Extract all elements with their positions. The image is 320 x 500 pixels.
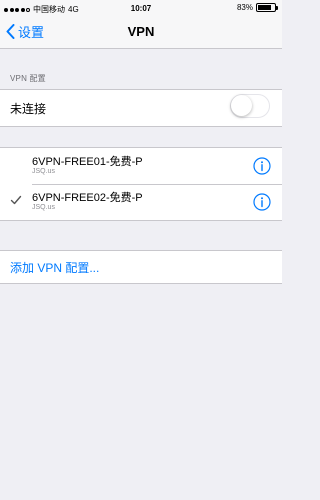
vpn-status-label: 未连接 bbox=[10, 102, 47, 116]
add-vpn-group: 添加 VPN 配置... bbox=[0, 250, 282, 284]
vpn-list-group: 6VPN-FREE01-免费-P JSQ.us 6VPN-FREE02-免费-P… bbox=[0, 147, 282, 221]
vpn-status-group: 未连接 bbox=[0, 89, 282, 127]
page-title: VPN bbox=[127, 24, 155, 39]
vpn-name: 6VPN-FREE02-免费-P bbox=[32, 192, 143, 204]
vpn-name: 6VPN-FREE01-免费-P bbox=[32, 156, 143, 168]
vpn-status-row: 未连接 bbox=[0, 90, 282, 126]
status-right: 83% bbox=[236, 3, 278, 12]
vpn-server: JSQ.us bbox=[32, 204, 55, 211]
vpn-toggle[interactable] bbox=[230, 94, 270, 118]
add-vpn-config-button[interactable]: 添加 VPN 配置... bbox=[10, 259, 99, 276]
vpn-list-item[interactable]: 6VPN-FREE01-免费-P JSQ.us bbox=[0, 148, 282, 184]
vpn-list-item[interactable]: 6VPN-FREE02-免费-P JSQ.us bbox=[0, 184, 282, 220]
toggle-knob bbox=[231, 95, 252, 116]
battery-icon bbox=[256, 3, 278, 12]
battery-percent: 83% bbox=[236, 3, 253, 12]
info-icon[interactable] bbox=[253, 193, 271, 211]
status-bar: 中国移动 4G 10:07 83% bbox=[0, 0, 282, 16]
vpn-server: JSQ.us bbox=[32, 168, 55, 175]
checkmark-icon bbox=[10, 195, 22, 205]
top-bar: 中国移动 4G 10:07 83% 设置 VPN bbox=[0, 0, 282, 49]
info-icon[interactable] bbox=[253, 157, 271, 175]
navigation-bar: 设置 VPN bbox=[0, 18, 282, 48]
section-header-vpn-config: VPN 配置 bbox=[10, 74, 46, 83]
